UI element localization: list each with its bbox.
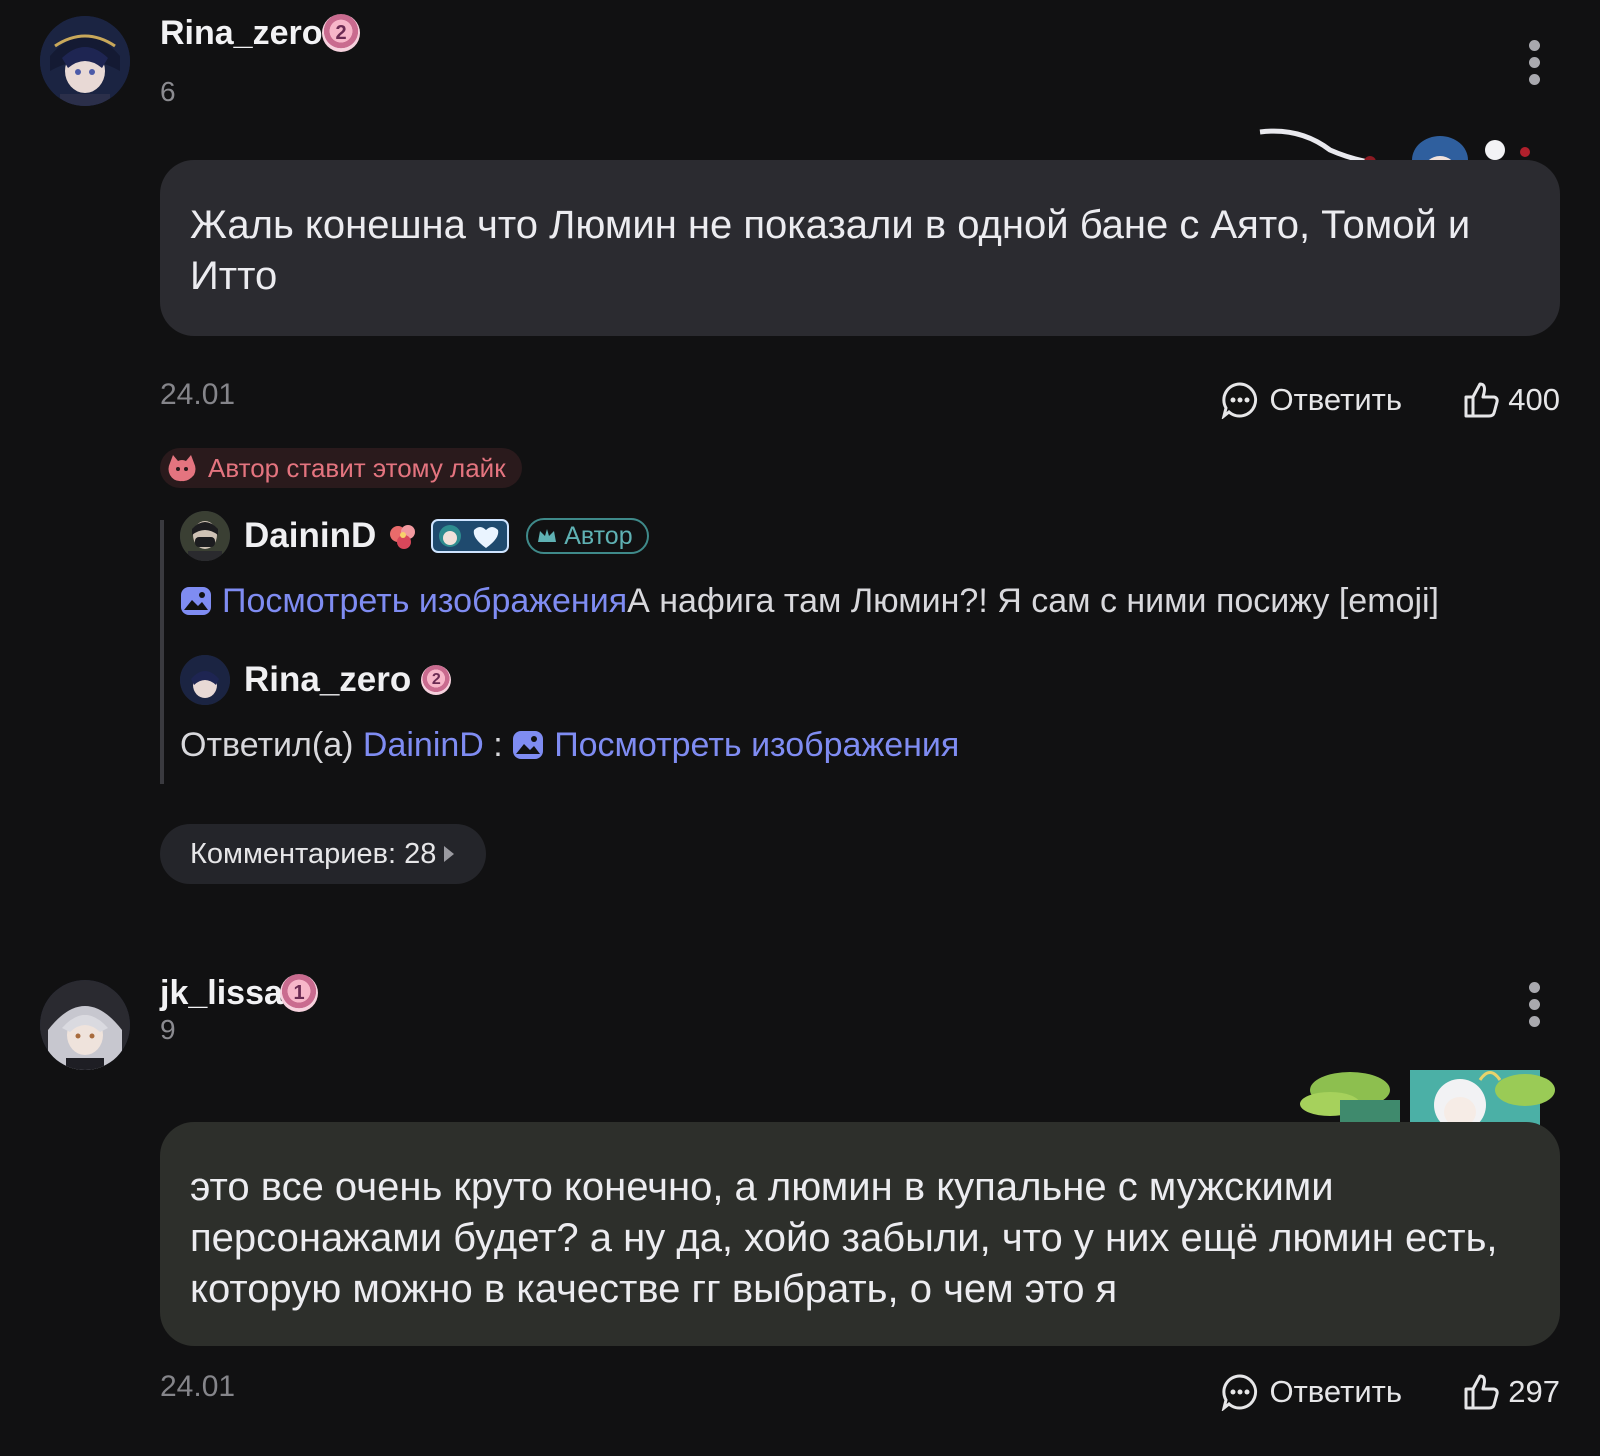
reply-label: Ответить xyxy=(1269,1374,1402,1409)
reply-label: Ответить xyxy=(1269,382,1402,417)
username[interactable]: Rina_zero xyxy=(160,14,323,53)
like-count: 400 xyxy=(1508,382,1560,417)
comment-text: Жаль конешна что Люмин не показали в одн… xyxy=(160,160,1560,336)
mention-link[interactable]: DaininD xyxy=(363,726,484,764)
reply-username[interactable]: DaininD xyxy=(244,516,376,556)
user-level: 6 xyxy=(160,76,176,107)
comment-meta: 24.01 Ответить 400 xyxy=(160,378,1560,422)
image-icon xyxy=(513,731,544,759)
creature-icon xyxy=(168,455,196,482)
like-count: 297 xyxy=(1508,1374,1560,1409)
reply-text: Ответил(а) DaininD : Посмотреть изображе… xyxy=(180,726,960,764)
reply-author[interactable]: Rina_zero 2 xyxy=(180,654,452,706)
user-level: 9 xyxy=(160,1014,176,1045)
comment-meta: 24.01 Ответить 297 xyxy=(160,1370,1560,1414)
like-button[interactable]: 297 xyxy=(1462,1370,1560,1414)
avatar[interactable] xyxy=(40,16,130,106)
reply-thread: DaininD Автор Посмотреть изображенияА на… xyxy=(160,511,1560,784)
level-badge-icon: 1 xyxy=(280,974,318,1012)
view-images-link[interactable]: Посмотреть изображения xyxy=(512,726,959,764)
username[interactable]: jk_lissa xyxy=(160,974,283,1013)
like-button[interactable]: 400 xyxy=(1462,378,1560,422)
reply-text: Посмотреть изображенияА нафига там Люмин… xyxy=(180,582,1439,621)
comment-date: 24.01 xyxy=(160,1370,236,1403)
more-options-button[interactable] xyxy=(1520,40,1548,86)
view-images-link[interactable]: Посмотреть изображения xyxy=(180,582,627,620)
reply-button[interactable]: Ответить xyxy=(1221,1370,1402,1414)
image-icon xyxy=(181,587,211,615)
chevron-right-icon xyxy=(444,846,455,862)
reply-username[interactable]: Rina_zero xyxy=(244,660,411,700)
flower-badge-icon xyxy=(390,525,416,549)
view-comments-button[interactable]: Комментариев: 28 xyxy=(160,824,487,884)
thumbs-up-icon xyxy=(1464,382,1499,418)
thumbs-up-icon xyxy=(1464,1374,1499,1410)
comment-text: это все очень круто конечно, а люмин в к… xyxy=(160,1122,1560,1346)
avatar[interactable] xyxy=(180,511,230,561)
author-like-badge: Автор ставит этому лайк xyxy=(160,448,522,488)
avatar[interactable] xyxy=(40,980,130,1070)
comment-date: 24.01 xyxy=(160,378,236,411)
author-like-text: Автор ставит этому лайк xyxy=(208,452,506,483)
chat-bubble-icon xyxy=(1222,382,1258,419)
more-options-button[interactable] xyxy=(1520,982,1548,1028)
reply-author[interactable]: DaininD Автор xyxy=(180,510,649,562)
frame-badge-icon xyxy=(431,519,510,553)
reply-button[interactable]: Ответить xyxy=(1221,378,1402,422)
author-tag: Автор xyxy=(526,518,649,554)
level-badge-icon: 2 xyxy=(421,665,452,695)
crown-icon xyxy=(538,529,557,542)
chat-bubble-icon xyxy=(1222,1374,1258,1411)
avatar[interactable] xyxy=(180,655,230,705)
level-badge-icon: 2 xyxy=(322,14,360,52)
